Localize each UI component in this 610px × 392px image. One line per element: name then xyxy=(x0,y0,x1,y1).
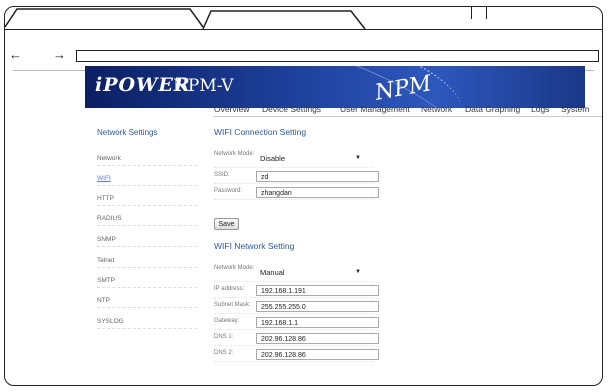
tab-2-outline xyxy=(202,10,366,30)
nav-network[interactable]: Network xyxy=(421,104,452,114)
wifi-connection-title: WIFI Connection Setting xyxy=(214,127,307,137)
net-network-mode-select[interactable]: Manual ▼ xyxy=(256,267,363,278)
network-mode-label: Network Mode: xyxy=(214,151,255,157)
sidebar-item-syslog[interactable]: SYSLOG xyxy=(97,318,197,329)
back-arrow-icon[interactable]: ← xyxy=(9,48,22,62)
conn-network-mode-value: Disable xyxy=(260,154,286,163)
conn-network-mode-select[interactable]: Disable ▼ xyxy=(256,153,363,164)
nav-system[interactable]: System xyxy=(561,104,589,114)
ip-row: IP address: 192.168.1.191 xyxy=(214,284,379,298)
tab-baseline xyxy=(5,29,602,30)
forward-arrow-icon[interactable]: → xyxy=(53,48,66,62)
sidebar-item-wifi[interactable]: WIFI xyxy=(97,175,197,186)
net-network-mode-value: Manual xyxy=(260,268,285,277)
tab-strip xyxy=(5,8,366,30)
sidebar-item-http[interactable]: HTTP xyxy=(97,195,197,206)
ssid-label: SSID: xyxy=(214,172,230,178)
net-network-mode-label: Network Mode: xyxy=(214,265,255,271)
nav-data-graphing[interactable]: Data Graphing xyxy=(465,104,520,114)
dns2-row: DNS 2: 202.96.128.86 xyxy=(214,348,379,362)
gateway-label: Gateway: xyxy=(214,318,240,324)
address-bar[interactable] xyxy=(76,50,599,62)
mask-label: Subnet Mask: xyxy=(214,302,251,308)
wifi-network-title: WIFI Network Setting xyxy=(214,241,295,251)
ip-input[interactable]: 192.168.1.191 xyxy=(256,285,379,296)
sidebar-title: Network Settings xyxy=(97,128,158,137)
password-input[interactable]: zhangdan xyxy=(256,187,379,198)
nav-overview[interactable]: Overview xyxy=(214,104,249,114)
product-title: NPM-V xyxy=(173,76,234,96)
ip-label: IP address: xyxy=(214,286,245,292)
save-button[interactable]: Save xyxy=(214,218,239,230)
nav-device-settings[interactable]: Device Settings xyxy=(262,104,321,114)
sidebar-item-smtp[interactable]: SMTP xyxy=(97,277,197,288)
nav-logs[interactable]: Logs xyxy=(531,104,549,114)
tab-1-outline xyxy=(5,8,204,28)
dns1-label: DNS 1: xyxy=(214,334,234,340)
ssid-row: SSID: zd xyxy=(214,170,379,184)
mask-row: Subnet Mask: 255.255.255.0 xyxy=(214,300,379,314)
mask-input[interactable]: 255.255.255.0 xyxy=(256,301,379,312)
dropdown-caret-icon: ▼ xyxy=(355,269,361,275)
header-banner: iPOWER NPM-V NPM xyxy=(85,66,585,108)
sidebar-item-ntp[interactable]: NTP xyxy=(97,297,197,308)
dropdown-caret-icon: ▼ xyxy=(355,155,361,161)
nav-divider xyxy=(214,116,602,117)
dns1-input[interactable]: 202.96.128.86 xyxy=(256,333,379,344)
dns1-row: DNS 1: 202.96.128.86 xyxy=(214,332,379,346)
gateway-input[interactable]: 192.168.1.1 xyxy=(256,317,379,328)
conn-network-mode-row: Network Mode: Disable ▼ xyxy=(214,151,374,168)
sidebar-item-snmp[interactable]: SNMP xyxy=(97,236,197,247)
ssid-input[interactable]: zd xyxy=(256,171,379,182)
net-network-mode-row: Network Mode: Manual ▼ xyxy=(214,265,374,282)
password-row: Password: zhangdan xyxy=(214,186,379,200)
window-marker xyxy=(471,7,487,19)
password-label: Password: xyxy=(214,188,243,194)
dns2-label: DNS 2: xyxy=(214,350,234,356)
sidebar-item-radius[interactable]: RADIUS xyxy=(97,215,197,226)
sidebar-item-network[interactable]: Network xyxy=(97,155,197,166)
sidebar-item-telnet[interactable]: Telnet xyxy=(97,257,197,268)
nav-user-management[interactable]: User Management xyxy=(340,104,410,114)
dns2-input[interactable]: 202.96.128.86 xyxy=(256,349,379,360)
gateway-row: Gateway: 192.168.1.1 xyxy=(214,316,379,330)
